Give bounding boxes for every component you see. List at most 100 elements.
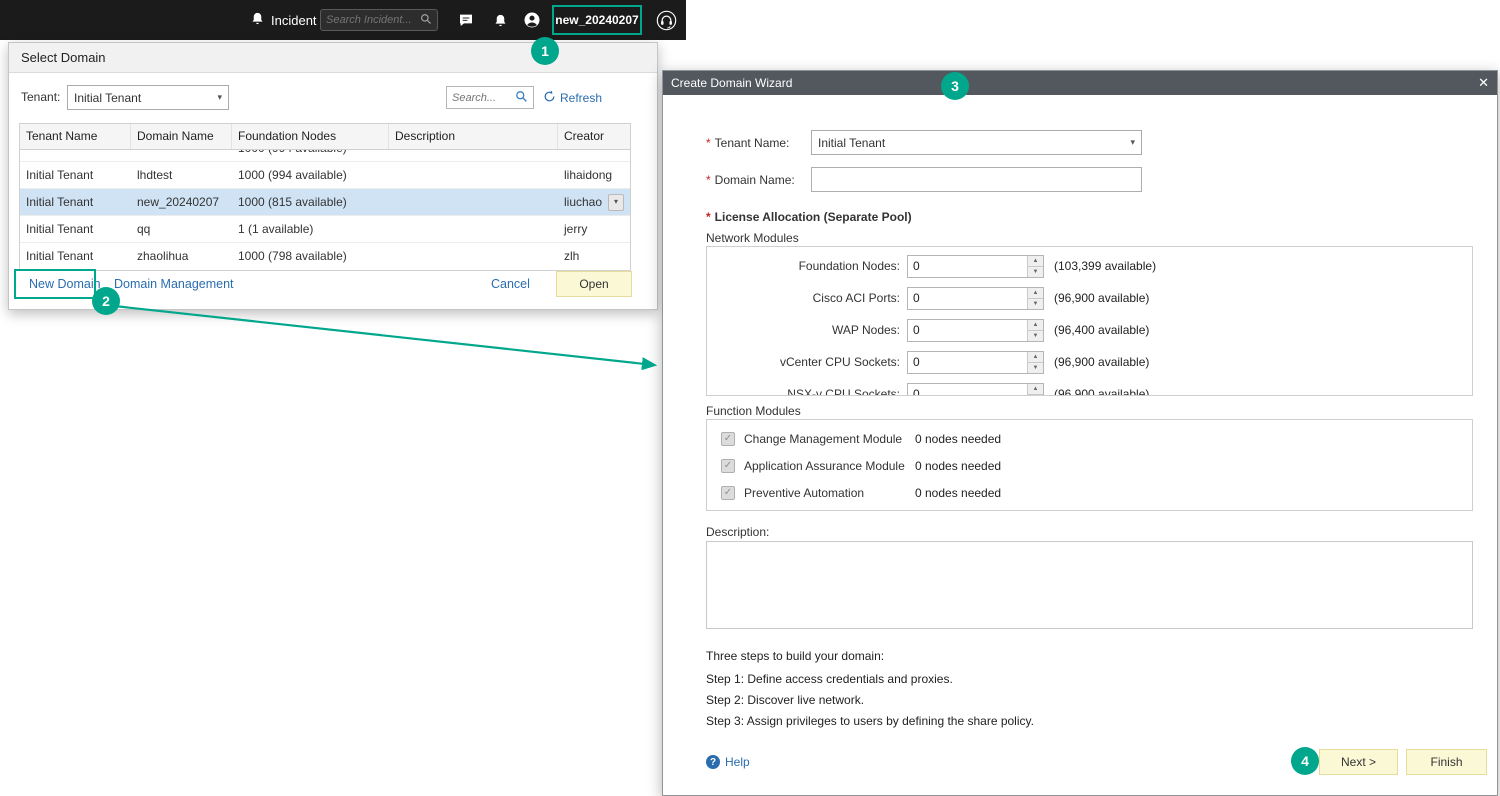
cell-nodes: 1000 (994 available) bbox=[232, 162, 389, 188]
column-header-creator[interactable]: Creator bbox=[558, 124, 630, 149]
cell-nodes: 1000 (815 available) bbox=[232, 189, 389, 215]
refresh-label: Refresh bbox=[560, 91, 602, 105]
foundation-nodes-stepper: ▲ ▼ bbox=[907, 255, 1044, 278]
spin-up-icon[interactable]: ▲ bbox=[1028, 384, 1043, 395]
spin-up-icon[interactable]: ▲ bbox=[1028, 352, 1043, 363]
domain-name-label: *Domain Name: bbox=[706, 172, 795, 188]
column-header-domain-name[interactable]: Domain Name bbox=[131, 124, 232, 149]
close-icon[interactable]: ✕ bbox=[1478, 71, 1489, 95]
table-row[interactable]: Initial Tenant zhaolihua 1000 (798 avail… bbox=[20, 243, 630, 270]
table-row[interactable]: Initial Tenant lhdtest 1000 (994 availab… bbox=[20, 162, 630, 189]
row-actions-dropdown[interactable]: ▾ bbox=[608, 194, 624, 211]
spinner-buttons: ▲ ▼ bbox=[1027, 352, 1043, 373]
nsx-v-cpu-sockets-input[interactable] bbox=[908, 384, 1027, 397]
cell-description bbox=[389, 150, 558, 162]
cell-creator: liuchao ▾ bbox=[558, 189, 630, 215]
create-domain-wizard-dialog: Create Domain Wizard ✕ *Tenant Name: Ini… bbox=[662, 70, 1498, 796]
vcenter-cpu-sockets-label: vCenter CPU Sockets: bbox=[707, 355, 900, 369]
wizard-tenant-select[interactable]: Initial Tenant ▾ bbox=[811, 130, 1142, 155]
required-asterisk: * bbox=[706, 136, 711, 150]
vcenter-cpu-sockets-input[interactable] bbox=[908, 352, 1027, 373]
spin-down-icon[interactable]: ▼ bbox=[1028, 363, 1043, 373]
cell-tenant: Initial Tenant bbox=[20, 216, 131, 242]
domain-management-link[interactable]: Domain Management bbox=[114, 277, 234, 291]
spin-down-icon[interactable]: ▼ bbox=[1028, 299, 1043, 309]
column-header-description[interactable]: Description bbox=[389, 124, 558, 149]
notifications-bell-icon[interactable] bbox=[487, 0, 513, 40]
open-button[interactable]: Open bbox=[556, 271, 632, 297]
license-allocation-label: *License Allocation (Separate Pool) bbox=[706, 209, 912, 225]
spin-down-icon[interactable]: ▼ bbox=[1028, 267, 1043, 277]
new-domain-link[interactable]: New Domain bbox=[29, 277, 101, 291]
spin-down-icon[interactable]: ▼ bbox=[1028, 395, 1043, 397]
chevron-down-icon: ▾ bbox=[217, 92, 222, 103]
cell-tenant: Initial Tenant bbox=[20, 243, 131, 270]
network-modules-box: Foundation Nodes: ▲ ▼ (103,399 available… bbox=[706, 246, 1473, 396]
support-headset-icon[interactable] bbox=[653, 0, 679, 40]
spin-up-icon[interactable]: ▲ bbox=[1028, 288, 1043, 299]
refresh-button[interactable]: Refresh bbox=[543, 86, 602, 109]
required-asterisk: * bbox=[706, 173, 711, 187]
cell-creator: jerry bbox=[558, 216, 630, 242]
spin-down-icon[interactable]: ▼ bbox=[1028, 331, 1043, 341]
column-header-foundation-nodes[interactable]: Foundation Nodes bbox=[232, 124, 389, 149]
foundation-nodes-input[interactable] bbox=[908, 256, 1027, 277]
cell-tenant: Initial Tenant bbox=[20, 189, 131, 215]
cell-tenant bbox=[20, 150, 131, 162]
step-3-text: Step 3: Assign privileges to users by de… bbox=[706, 713, 1034, 729]
tenant-name-label: *Tenant Name: bbox=[706, 135, 789, 151]
search-icon[interactable] bbox=[515, 90, 528, 106]
wap-nodes-available: (96,400 available) bbox=[1054, 323, 1149, 337]
change-management-module-label: Change Management Module bbox=[744, 432, 915, 446]
network-module-row: NSX-v CPU Sockets: ▲ ▼ (96,900 available… bbox=[707, 378, 1472, 396]
table-row-selected[interactable]: Initial Tenant new_20240207 1000 (815 av… bbox=[20, 189, 630, 216]
foundation-nodes-label: Foundation Nodes: bbox=[707, 259, 900, 273]
search-icon[interactable] bbox=[420, 13, 432, 28]
cisco-aci-ports-stepper: ▲ ▼ bbox=[907, 287, 1044, 310]
tenant-select[interactable]: Initial Tenant ▾ bbox=[67, 85, 229, 110]
nsx-v-cpu-sockets-available: (96,900 available) bbox=[1054, 387, 1149, 396]
incident-search-input[interactable] bbox=[326, 14, 420, 26]
nsx-v-cpu-sockets-label: NSX-v CPU Sockets: bbox=[707, 387, 900, 396]
cell-nodes: 1000 (994 available) bbox=[232, 150, 389, 162]
top-navigation-bar: Incident new_20240207 bbox=[0, 0, 686, 40]
user-account-icon[interactable] bbox=[519, 0, 545, 40]
cisco-aci-ports-input[interactable] bbox=[908, 288, 1027, 309]
foundation-nodes-available: (103,399 available) bbox=[1054, 259, 1156, 273]
incident-menu[interactable]: Incident bbox=[250, 0, 317, 40]
creator-name: liuchao bbox=[564, 189, 602, 215]
screen: Incident new_20240207 Select Domain Tena… bbox=[0, 0, 1500, 796]
wap-nodes-input[interactable] bbox=[908, 320, 1027, 341]
spin-up-icon[interactable]: ▲ bbox=[1028, 256, 1043, 267]
finish-button[interactable]: Finish bbox=[1406, 749, 1487, 775]
network-module-row: Cisco ACI Ports: ▲ ▼ (96,900 available) bbox=[707, 282, 1472, 314]
incident-label: Incident bbox=[271, 13, 317, 28]
steps-intro: Three steps to build your domain: bbox=[706, 648, 884, 664]
description-textarea[interactable] bbox=[706, 541, 1473, 629]
cell-domain bbox=[131, 150, 232, 162]
wap-nodes-stepper: ▲ ▼ bbox=[907, 319, 1044, 342]
step-1-text: Step 1: Define access credentials and pr… bbox=[706, 671, 953, 687]
spin-up-icon[interactable]: ▲ bbox=[1028, 320, 1043, 331]
cancel-link[interactable]: Cancel bbox=[491, 277, 530, 291]
cell-description bbox=[389, 243, 558, 270]
next-button[interactable]: Next > bbox=[1319, 749, 1398, 775]
domain-search-input[interactable] bbox=[452, 92, 515, 104]
domain-table-header: Tenant Name Domain Name Foundation Nodes… bbox=[20, 124, 630, 150]
domain-name-input[interactable] bbox=[811, 167, 1142, 192]
application-assurance-nodes-needed: 0 nodes needed bbox=[915, 459, 1001, 473]
network-modules-label: Network Modules bbox=[706, 230, 799, 246]
current-domain-button[interactable]: new_20240207 bbox=[552, 5, 642, 35]
vcenter-cpu-sockets-stepper: ▲ ▼ bbox=[907, 351, 1044, 374]
messages-icon[interactable] bbox=[453, 0, 479, 40]
partially-scrolled-row[interactable]: 1000 (994 available) bbox=[20, 150, 630, 162]
select-domain-dialog: Select Domain Tenant: Initial Tenant ▾ R… bbox=[8, 42, 658, 310]
column-header-tenant-name[interactable]: Tenant Name bbox=[20, 124, 131, 149]
cell-description bbox=[389, 189, 558, 215]
table-row[interactable]: Initial Tenant qq 1 (1 available) jerry bbox=[20, 216, 630, 243]
help-link[interactable]: ? Help bbox=[706, 755, 750, 769]
network-module-row: WAP Nodes: ▲ ▼ (96,400 available) bbox=[707, 314, 1472, 346]
wizard-tenant-select-value: Initial Tenant bbox=[818, 136, 1126, 150]
checkbox-checked-disabled: ✓ bbox=[721, 432, 735, 446]
cell-domain: lhdtest bbox=[131, 162, 232, 188]
